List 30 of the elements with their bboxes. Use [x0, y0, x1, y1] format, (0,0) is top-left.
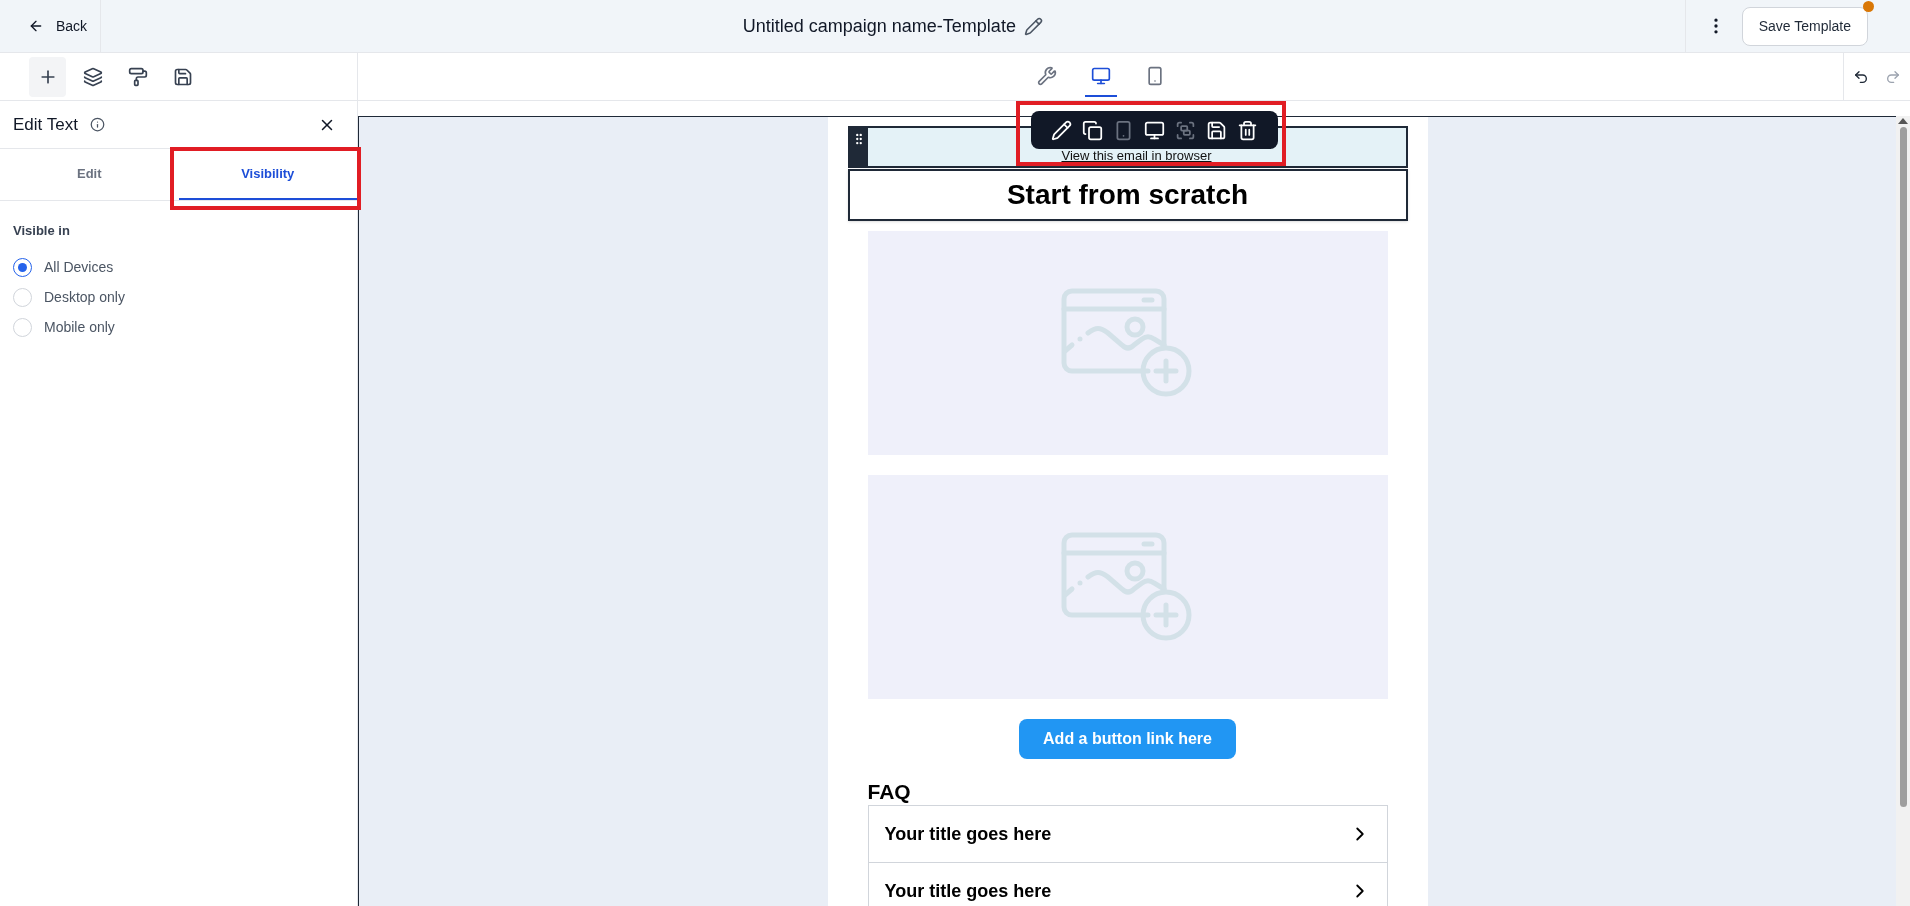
radio-label: Mobile only: [44, 318, 115, 337]
pencil-icon[interactable]: [1023, 16, 1043, 36]
faq-item[interactable]: Your title goes here: [868, 863, 1387, 906]
radio-label: Desktop only: [44, 288, 125, 307]
scrollbar[interactable]: [1896, 116, 1910, 906]
panel-tab[interactable]: Visibility: [178, 149, 357, 200]
panel-title: Edit Text: [13, 113, 78, 136]
info-icon[interactable]: [89, 117, 105, 132]
desktop-icon[interactable]: [1144, 119, 1165, 141]
faq-item-title: Your title goes here: [884, 822, 1052, 846]
save-icon[interactable]: [1206, 119, 1227, 141]
template-title: Untitled campaign name-Template: [742, 14, 1016, 38]
duplicate-icon[interactable]: [1082, 119, 1103, 141]
save-template-button[interactable]: Save Template: [1741, 6, 1868, 46]
save-icon: [172, 66, 193, 87]
faq-item-title: Your title goes here: [884, 879, 1052, 903]
desktop-icon: [1090, 65, 1111, 86]
email-heading: Start from scratch: [1006, 178, 1249, 212]
back-button[interactable]: Back: [0, 0, 101, 52]
radio-label: All Devices: [44, 258, 114, 277]
paint-roller-icon: [127, 66, 148, 87]
delete-icon[interactable]: [1237, 119, 1258, 141]
faq-title: FAQ: [867, 779, 912, 805]
layers-icon: [82, 66, 103, 87]
undo-icon[interactable]: [1853, 68, 1869, 85]
panel-tab[interactable]: Edit: [0, 149, 179, 200]
plus-button[interactable]: [29, 56, 66, 97]
tools-icon: [1036, 65, 1057, 86]
faq-item[interactable]: Your title goes here: [868, 806, 1387, 863]
section-label: Visible in: [13, 222, 71, 240]
